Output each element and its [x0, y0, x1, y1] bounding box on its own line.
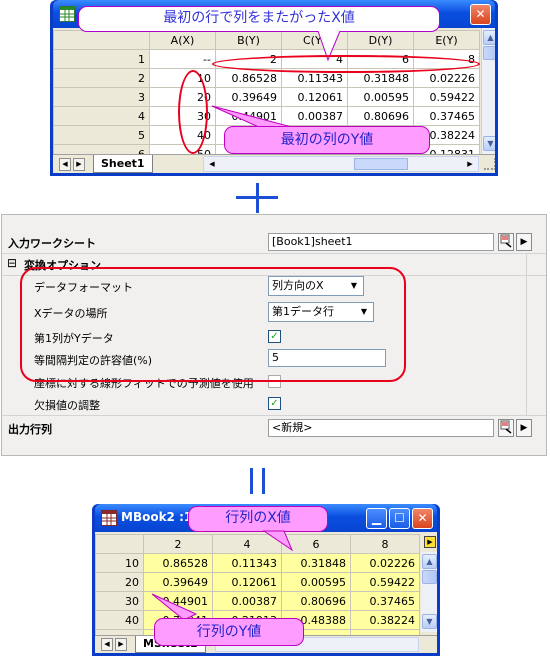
- scroll-up-arrow[interactable]: ▲: [422, 554, 437, 569]
- matrix-x-callout: 行列のX値: [188, 506, 328, 532]
- callout-pointer: [262, 530, 294, 552]
- scroll-up-arrow[interactable]: ▲: [483, 30, 495, 45]
- resize-grip[interactable]: [484, 158, 495, 170]
- scroll-down-arrow[interactable]: ▼: [422, 614, 437, 629]
- vertical-scrollbar[interactable]: ▲ ▼: [421, 552, 437, 632]
- table-row: 10 0.86528 0.11343 0.31848 0.02226: [95, 553, 420, 573]
- table-cell[interactable]: 0.37465: [350, 591, 420, 611]
- column-header[interactable]: B(Y): [215, 30, 282, 50]
- maximize-button[interactable]: ☐: [389, 508, 410, 529]
- sheet-tab-bar: ◀ ▶ Sheet1 ◀ ▶: [53, 154, 495, 173]
- table-cell[interactable]: 0.12061: [212, 572, 282, 592]
- table-cell[interactable]: 0.39649: [143, 572, 213, 592]
- close-button[interactable]: ✕: [470, 4, 491, 25]
- x-values-callout: 最初の行で列をまたがったX値: [78, 6, 440, 32]
- table-cell[interactable]: 0.00387: [212, 591, 282, 611]
- row-header[interactable]: 1: [53, 49, 150, 69]
- row-header[interactable]: 10: [95, 553, 144, 573]
- first-row-highlight: [212, 55, 480, 73]
- sheet-tab[interactable]: Sheet1: [93, 155, 153, 173]
- table-cell[interactable]: 0.80696: [281, 591, 351, 611]
- select-output-icon[interactable]: [498, 419, 514, 437]
- expand-arrow-icon[interactable]: ▶: [516, 419, 532, 437]
- table-cell[interactable]: 0.11343: [212, 553, 282, 573]
- row-header[interactable]: 20: [95, 572, 144, 592]
- horizontal-scrollbar[interactable]: ◀ ▶: [203, 156, 479, 172]
- table-cell[interactable]: 0.59422: [350, 572, 420, 592]
- table-cell[interactable]: 0.00387: [281, 106, 348, 126]
- matrix-icon: [101, 510, 117, 526]
- vertical-scrollbar[interactable]: ▲ ▼: [481, 28, 495, 154]
- output-field[interactable]: <新規>: [268, 419, 494, 437]
- matrix-title: MBook2 :1: [121, 510, 193, 524]
- matrix-column-header[interactable]: 2: [143, 534, 213, 554]
- input-sheet-row: 入力ワークシート [Book1]sheet1 ▶: [2, 231, 546, 253]
- matrix-column-header[interactable]: 8: [350, 534, 420, 554]
- worksheet-icon: [59, 6, 75, 22]
- corner-header[interactable]: [53, 30, 150, 50]
- row-header[interactable]: 4: [53, 106, 150, 126]
- table-cell[interactable]: 0.59422: [413, 87, 480, 107]
- row-header[interactable]: 5: [53, 125, 150, 145]
- corner-header[interactable]: [95, 534, 144, 554]
- close-button[interactable]: ✕: [412, 508, 433, 529]
- table-cell[interactable]: 0.00595: [347, 87, 414, 107]
- table-cell[interactable]: 0.12061: [281, 87, 348, 107]
- table-cell[interactable]: 0.00595: [281, 572, 351, 592]
- first-column-highlight: [178, 70, 208, 154]
- column-header[interactable]: E(Y): [413, 30, 480, 50]
- tab-next-button[interactable]: ▶: [73, 158, 85, 171]
- tab-next-button[interactable]: ▶: [115, 638, 127, 651]
- table-cell[interactable]: --: [149, 49, 216, 69]
- column-header[interactable]: A(X): [149, 30, 216, 50]
- scroll-thumb[interactable]: [422, 570, 437, 584]
- minimize-button[interactable]: ▁: [366, 508, 387, 529]
- options-highlight: [20, 267, 406, 382]
- row-header[interactable]: 2: [53, 68, 150, 88]
- input-sheet-field[interactable]: [Book1]sheet1: [268, 233, 494, 251]
- row-header[interactable]: 30: [95, 591, 144, 611]
- scroll-right-arrow[interactable]: ▶: [463, 157, 477, 171]
- tab-prev-button[interactable]: ◀: [59, 158, 71, 171]
- table-cell[interactable]: 0.80696: [347, 106, 414, 126]
- missing-values-label: 欠損値の調整: [34, 399, 100, 412]
- tab-prev-button[interactable]: ◀: [101, 638, 113, 651]
- table-cell[interactable]: 0.31848: [281, 553, 351, 573]
- output-row: 出力行列 <新規> ▶: [2, 417, 546, 439]
- missing-values-row: 欠損値の調整 ✓: [2, 393, 546, 415]
- collapse-group-icon[interactable]: ⊟: [7, 256, 17, 270]
- scroll-down-arrow[interactable]: ▼: [483, 136, 495, 151]
- missing-values-checkbox[interactable]: ✓: [268, 397, 281, 410]
- scroll-left-arrow[interactable]: ◀: [205, 157, 219, 171]
- y-values-callout: 最初の列のY値: [224, 126, 430, 154]
- input-sheet-label: 入力ワークシート: [8, 237, 96, 250]
- scroll-thumb[interactable]: [483, 46, 495, 60]
- row-header[interactable]: 3: [53, 87, 150, 107]
- matrix-y-callout: 行列のY値: [154, 618, 304, 646]
- column-header[interactable]: D(Y): [347, 30, 414, 50]
- table-cell[interactable]: 0.86528: [143, 553, 213, 573]
- equals-sign: [250, 468, 253, 494]
- table-cell[interactable]: 0.02226: [350, 553, 420, 573]
- table-row: 30 0.44901 0.00387 0.80696 0.37465: [95, 591, 420, 611]
- panel-vertical-divider: [526, 253, 527, 415]
- table-row: 20 0.39649 0.12061 0.00595 0.59422: [95, 572, 420, 592]
- table-cell[interactable]: 0.37465: [413, 106, 480, 126]
- matrix-menu-icon[interactable]: ▶: [424, 536, 436, 548]
- hscroll-thumb[interactable]: [354, 158, 408, 170]
- table-cell[interactable]: 0.38224: [350, 610, 420, 630]
- expand-arrow-icon[interactable]: ▶: [516, 233, 532, 251]
- output-label: 出力行列: [8, 423, 52, 436]
- select-sheet-icon[interactable]: [498, 233, 514, 251]
- row-header[interactable]: 40: [95, 610, 144, 630]
